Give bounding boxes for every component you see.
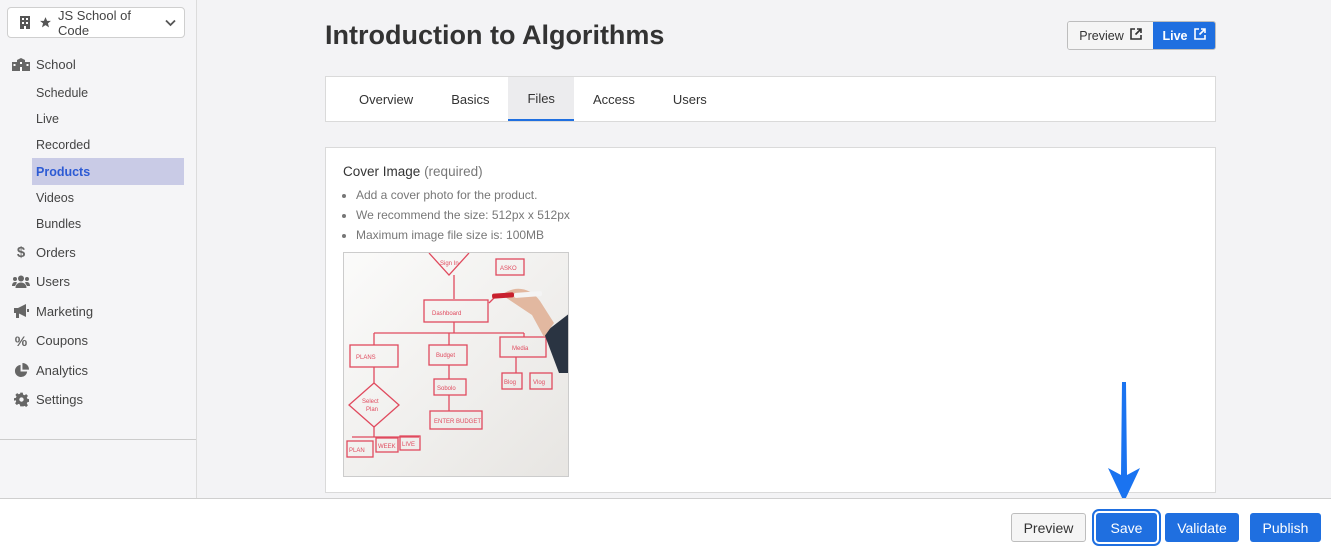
percent-icon: %	[14, 332, 28, 349]
chevron-down-icon	[165, 15, 176, 30]
sidebar-subitem-bundles[interactable]: Bundles	[0, 211, 184, 237]
cover-image-card: Cover Image (required) Add a cover photo…	[325, 147, 1216, 493]
cover-image-title: Cover Image	[343, 164, 421, 179]
sidebar-item-coupons[interactable]: % Coupons	[0, 326, 196, 356]
pie-chart-icon	[12, 362, 30, 378]
page-title: Introduction to Algorithms	[325, 20, 665, 50]
sidebar-item-label: Marketing	[36, 303, 94, 319]
external-link-icon	[1193, 28, 1206, 43]
sidebar-subitem-products[interactable]: Products	[32, 158, 184, 185]
sidebar-item-label: Users	[36, 274, 70, 290]
sidebar-item-label: School	[36, 57, 76, 73]
sidebar-nav: School Schedule Live Recorded Products V…	[0, 50, 196, 414]
school-icon	[12, 58, 30, 72]
sidebar-subitem-recorded[interactable]: Recorded	[0, 132, 184, 158]
live-button-label: Live	[1162, 28, 1188, 43]
svg-text:Sign In: Sign In	[440, 261, 459, 267]
sidebar-subitem-live[interactable]: Live	[0, 106, 184, 132]
tab-files[interactable]: Files	[508, 77, 574, 121]
svg-text:Select: Select	[362, 399, 379, 405]
annotation-arrow-icon	[1108, 382, 1140, 502]
tab-basics[interactable]: Basics	[432, 77, 508, 121]
cover-image-hints: Add a cover photo for the product. We re…	[356, 187, 570, 247]
save-button[interactable]: Save	[1092, 509, 1161, 546]
preview-button[interactable]: Preview	[1068, 22, 1153, 49]
sidebar-subitem-videos[interactable]: Videos	[0, 185, 184, 211]
sidebar-item-settings[interactable]: Settings	[0, 385, 196, 415]
cover-image-label: Cover Image (required)	[343, 164, 483, 179]
svg-text:ASKO: ASKO	[500, 266, 517, 272]
required-indicator: (required)	[424, 164, 483, 179]
dollar-icon: $	[16, 243, 26, 261]
hint-item: Maximum image file size is: 100MB	[356, 227, 570, 247]
tab-access[interactable]: Access	[574, 77, 654, 121]
sidebar-item-label: Coupons	[36, 333, 89, 349]
svg-text:Sobolo: Sobolo	[437, 386, 456, 392]
sidebar-subitem-schedule[interactable]: Schedule	[0, 80, 184, 106]
users-icon	[12, 275, 30, 289]
svg-text:Plan: Plan	[366, 407, 378, 413]
live-button[interactable]: Live	[1153, 22, 1215, 49]
footer-bar: Preview Save Validate Publish	[0, 498, 1331, 548]
tab-users[interactable]: Users	[654, 77, 726, 121]
school-selector[interactable]: JS School of Code	[7, 7, 185, 38]
hint-item: We recommend the size: 512px x 512px	[356, 207, 570, 227]
svg-text:LIVE: LIVE	[402, 442, 415, 448]
sidebar-item-users[interactable]: Users	[0, 267, 196, 297]
sidebar-item-label: Settings	[36, 392, 83, 408]
building-icon	[18, 16, 32, 29]
sidebar-item-analytics[interactable]: Analytics	[0, 355, 196, 385]
publish-button[interactable]: Publish	[1250, 513, 1321, 542]
svg-text:WEEK: WEEK	[378, 444, 396, 450]
svg-text:Budget: Budget	[436, 353, 455, 359]
megaphone-icon	[12, 304, 30, 319]
preview-live-group: Preview Live	[1067, 21, 1216, 50]
hint-item: Add a cover photo for the product.	[356, 187, 570, 207]
star-icon	[38, 16, 52, 29]
preview-button-label: Preview	[1079, 28, 1124, 43]
product-tabs: Overview Basics Files Access Users	[325, 76, 1216, 122]
validate-button[interactable]: Validate	[1165, 513, 1239, 542]
svg-text:Media: Media	[512, 346, 529, 352]
footer-preview-button[interactable]: Preview	[1011, 513, 1086, 542]
svg-text:Blog: Blog	[504, 380, 516, 386]
sidebar-item-orders[interactable]: $ Orders	[0, 237, 196, 267]
sidebar-item-label: Analytics	[36, 362, 89, 378]
external-link-icon	[1129, 28, 1142, 43]
svg-text:Dashboard: Dashboard	[432, 311, 461, 317]
svg-text:PLAN: PLAN	[349, 448, 365, 454]
sidebar-item-marketing[interactable]: Marketing	[0, 296, 196, 326]
sidebar: JS School of Code School Schedule Live R…	[0, 0, 197, 498]
svg-text:Vlog: Vlog	[533, 380, 545, 386]
tab-overview[interactable]: Overview	[340, 77, 432, 121]
whiteboard-flowchart-image: Sign In ASKO Dashboard PLANS Budget Medi…	[344, 253, 568, 476]
school-name: JS School of Code	[58, 7, 131, 38]
sidebar-divider	[0, 439, 196, 440]
svg-text:ENTER BUDGET: ENTER BUDGET	[434, 419, 481, 425]
sidebar-item-school[interactable]: School	[0, 50, 196, 80]
gear-icon	[12, 392, 30, 407]
svg-text:PLANS: PLANS	[356, 355, 376, 361]
sidebar-item-label: Orders	[36, 244, 76, 260]
cover-image-preview[interactable]: Sign In ASKO Dashboard PLANS Budget Medi…	[343, 252, 569, 477]
